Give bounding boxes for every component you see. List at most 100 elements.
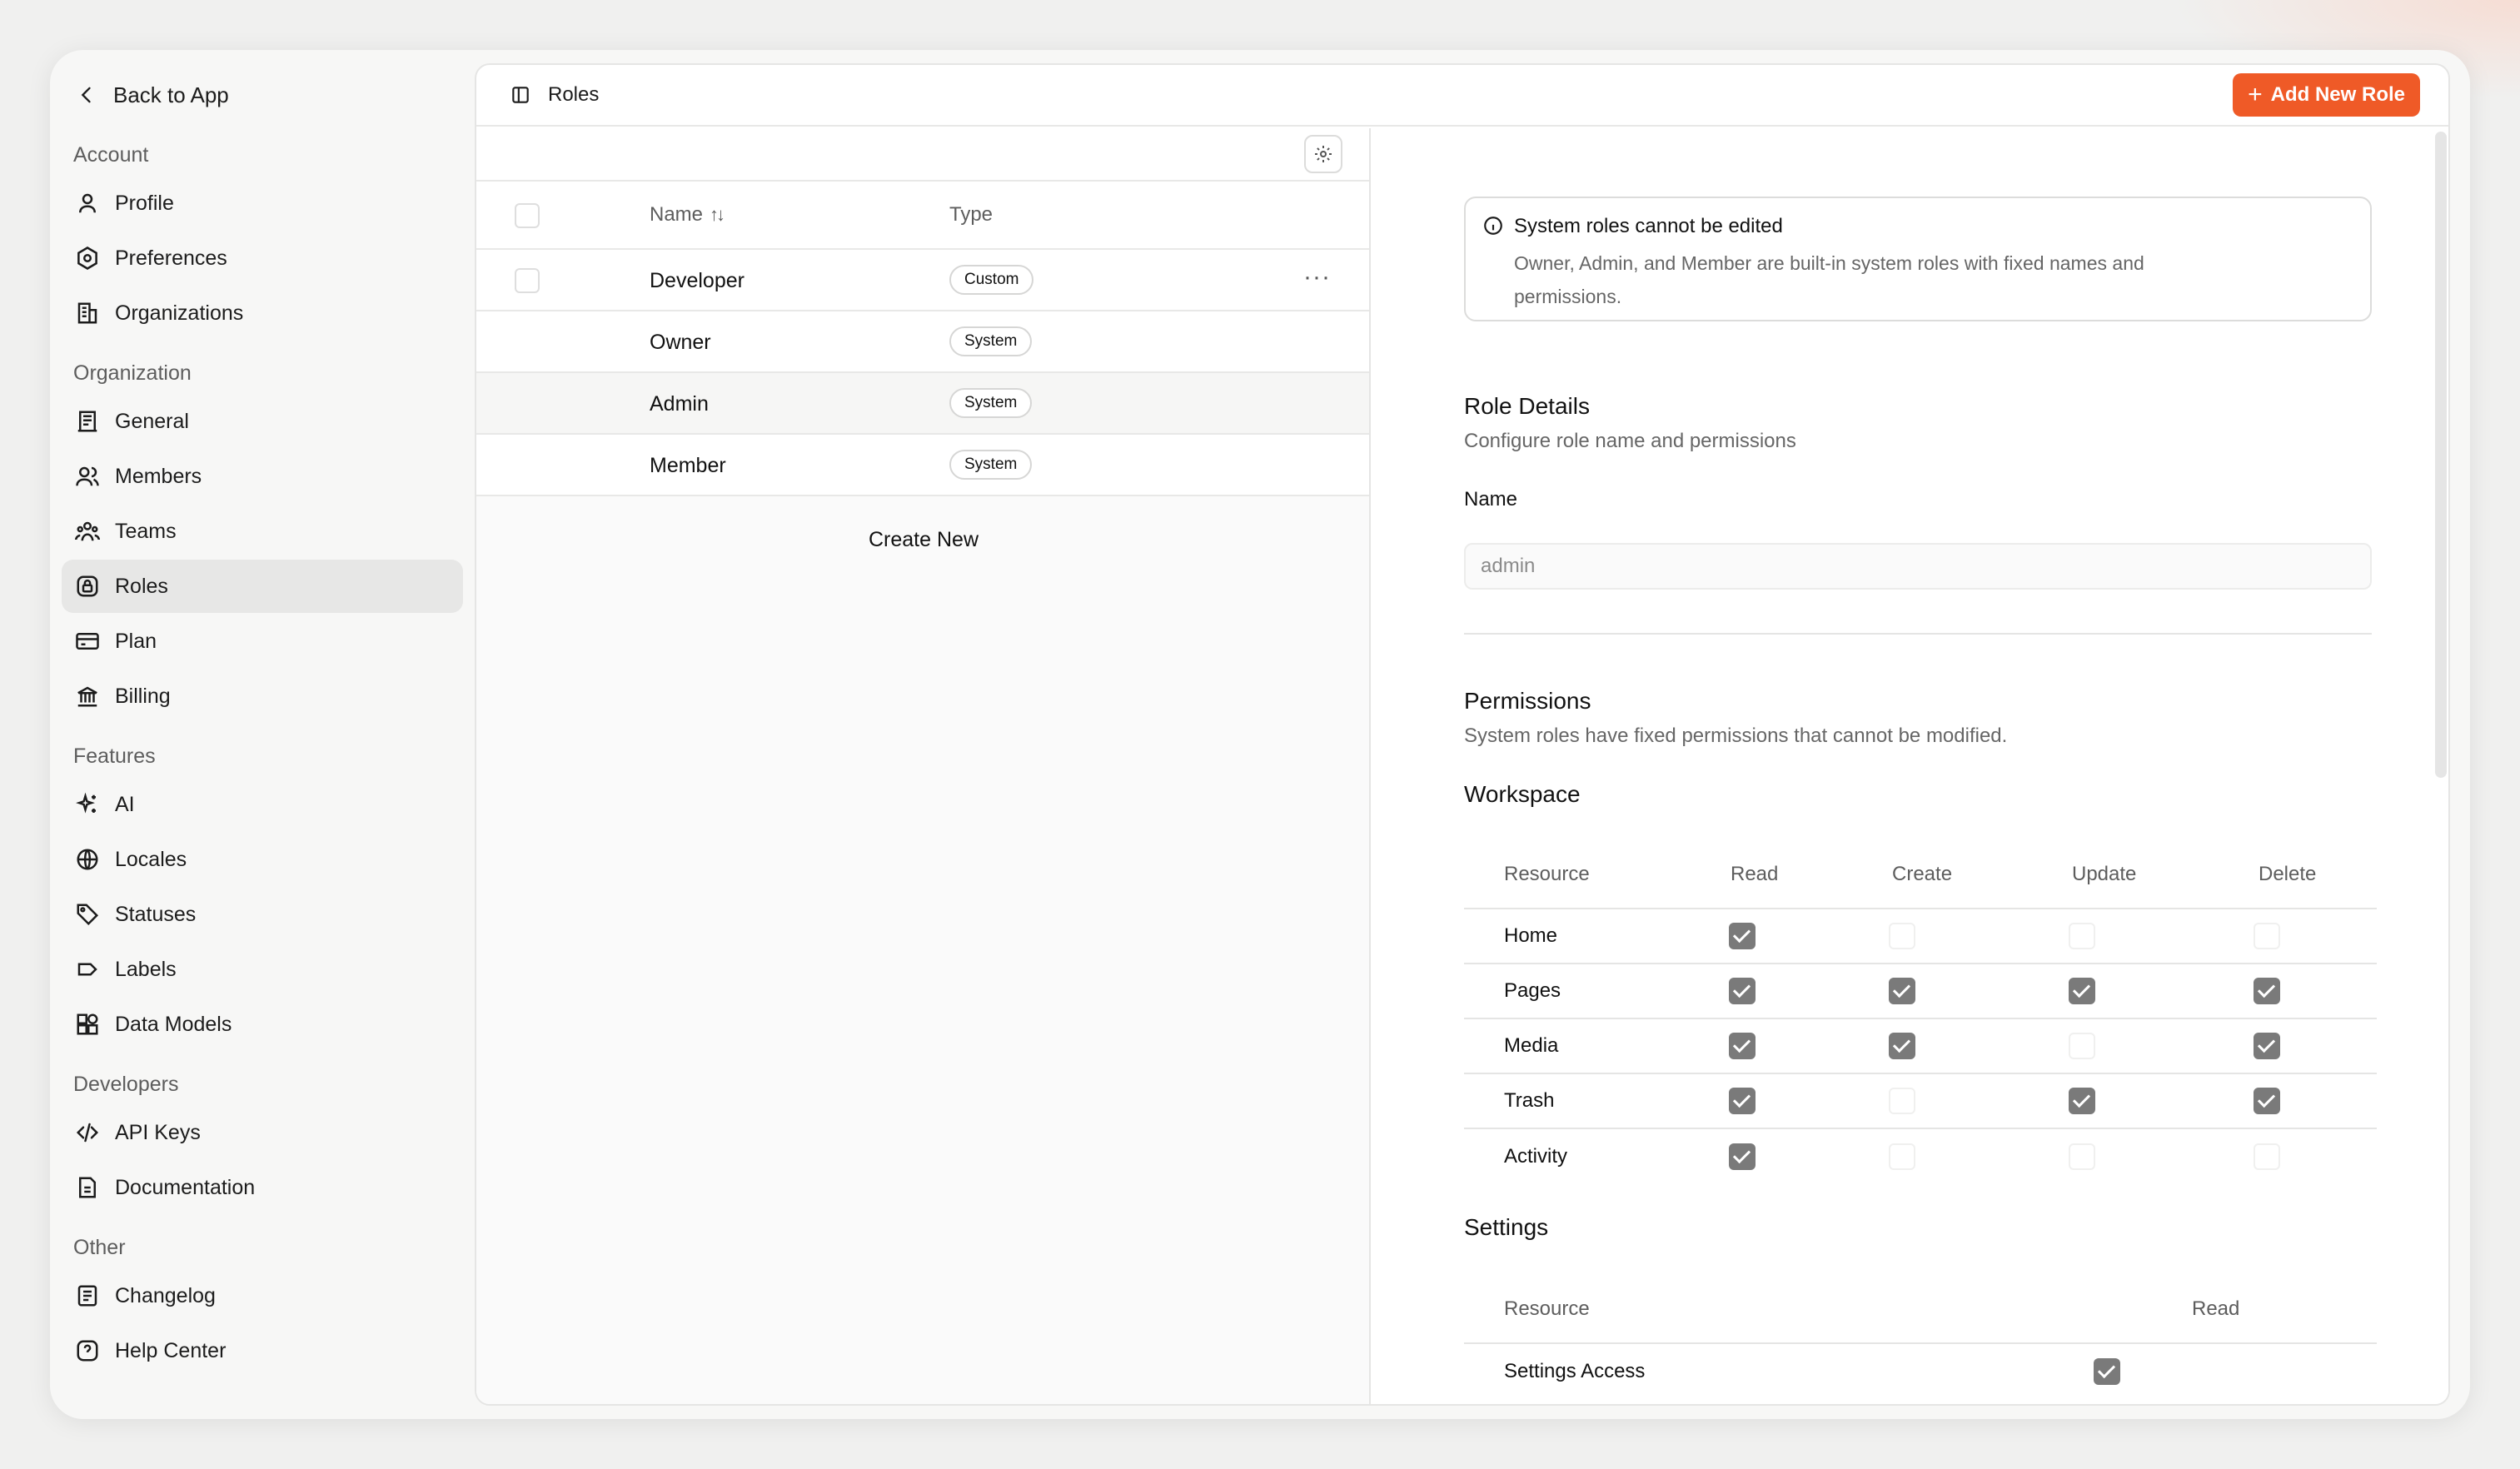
globe-icon	[77, 849, 98, 870]
permission-row: Media	[1464, 1019, 2377, 1074]
sidebar-item-billing[interactable]: Billing	[62, 670, 463, 723]
permission-checkbox-create[interactable]	[1889, 1033, 1915, 1059]
group-label-features: Features	[73, 744, 156, 768]
sidebar-item-label: Preferences	[115, 246, 227, 270]
group-label-other: Other	[73, 1236, 126, 1259]
permission-checkbox-read[interactable]	[1729, 1143, 1756, 1170]
permission-checkbox-create[interactable]	[1889, 978, 1915, 1004]
role-name: Member	[650, 454, 726, 477]
column-header-update: Update	[2072, 863, 2137, 885]
back-to-app-link[interactable]: Back to App	[50, 68, 475, 122]
permission-row: Home	[1464, 909, 2377, 964]
role-name-input[interactable]	[1464, 543, 2372, 590]
permission-checkbox-delete[interactable]	[2254, 1088, 2280, 1114]
role-name: Developer	[650, 269, 745, 292]
sidebar-item-plan[interactable]: Plan	[62, 615, 463, 668]
permission-checkbox-update[interactable]	[2069, 1033, 2095, 1059]
sidebar-item-roles[interactable]: Roles	[62, 560, 463, 613]
sidebar-toggle-icon[interactable]	[510, 84, 531, 106]
resource-name: Pages	[1504, 979, 1561, 1002]
column-header-name[interactable]: Name ↑↓	[650, 203, 725, 227]
sidebar-item-general[interactable]: General	[62, 395, 463, 448]
create-new-button[interactable]: Create New	[476, 528, 1371, 552]
info-icon	[1484, 217, 1502, 235]
top-bar: Roles + Add New Role	[476, 65, 2448, 127]
permission-checkbox-update[interactable]	[2069, 1143, 2095, 1170]
sidebar-item-help-center[interactable]: Help Center	[62, 1324, 463, 1377]
permission-checkbox-read[interactable]	[1729, 978, 1756, 1004]
column-header-delete: Delete	[2259, 863, 2317, 885]
workspace-title: Workspace	[1464, 781, 1581, 807]
notice-title: System roles cannot be edited	[1514, 215, 1783, 237]
page-title: Roles	[548, 83, 600, 106]
settings-table-header: Resource Read	[1464, 1276, 2377, 1344]
sidebar-item-label: AI	[115, 792, 135, 816]
sidebar-item-data-models[interactable]: Data Models	[62, 998, 463, 1051]
permission-checkbox-update[interactable]	[2069, 923, 2095, 949]
teams-icon	[75, 521, 100, 541]
sidebar-item-organizations[interactable]: Organizations	[62, 286, 463, 340]
table-row[interactable]: Member System	[476, 435, 1369, 496]
sidebar-item-label: Documentation	[115, 1175, 256, 1199]
sidebar-item-members[interactable]: Members	[62, 450, 463, 503]
sidebar-item-preferences[interactable]: Preferences	[62, 232, 463, 285]
table-row[interactable]: Admin System	[476, 373, 1369, 435]
scrollbar[interactable]	[2435, 132, 2447, 778]
permission-checkbox-update[interactable]	[2069, 1088, 2095, 1114]
role-type-badge: System	[949, 388, 1033, 418]
sidebar-item-api-keys[interactable]: API Keys	[62, 1106, 463, 1159]
permission-checkbox-create[interactable]	[1889, 1088, 1915, 1114]
back-to-app-label: Back to App	[113, 82, 229, 107]
sidebar-item-teams[interactable]: Teams	[62, 505, 463, 558]
sidebar-item-locales[interactable]: Locales	[62, 833, 463, 886]
lock-icon	[77, 575, 98, 597]
sidebar-item-label: Statuses	[115, 902, 197, 926]
table-settings-button[interactable]	[1304, 135, 1342, 173]
name-field-label: Name	[1464, 488, 1518, 510]
permission-checkbox-update[interactable]	[2069, 978, 2095, 1004]
permission-checkbox-read[interactable]	[1729, 1088, 1756, 1114]
tag-icon	[77, 904, 99, 926]
permission-checkbox-create[interactable]	[1889, 1143, 1915, 1170]
sidebar-item-statuses[interactable]: Statuses	[62, 888, 463, 941]
system-role-notice: System roles cannot be edited Owner, Adm…	[1464, 197, 2372, 321]
divider	[1464, 633, 2372, 635]
sidebar-item-label: Profile	[115, 191, 174, 215]
permission-checkbox-create[interactable]	[1889, 923, 1915, 949]
table-row[interactable]: Developer Custom ···	[476, 250, 1369, 311]
permission-checkbox-delete[interactable]	[2254, 1033, 2280, 1059]
permission-checkbox-read[interactable]	[2094, 1358, 2120, 1385]
sidebar-item-labels[interactable]: Labels	[62, 943, 463, 996]
table-row[interactable]: Owner System	[476, 311, 1369, 373]
plus-icon: +	[2248, 81, 2263, 108]
role-type-badge: System	[949, 450, 1033, 480]
more-actions-icon[interactable]: ···	[1303, 263, 1331, 291]
bank-icon	[77, 686, 97, 707]
permission-row: Activity	[1464, 1129, 2377, 1184]
roles-table-header: Name ↑↓ Type	[476, 182, 1369, 250]
sidebar-item-label: API Keys	[115, 1120, 201, 1144]
column-header-create: Create	[1892, 863, 1953, 885]
sort-icon[interactable]: ↑↓	[710, 204, 725, 225]
gear-icon	[1315, 146, 1332, 162]
permission-checkbox-delete[interactable]	[2254, 1143, 2280, 1170]
role-type-badge: System	[949, 326, 1033, 356]
row-checkbox[interactable]	[515, 268, 540, 293]
permission-checkbox-delete[interactable]	[2254, 923, 2280, 949]
sparkles-icon	[76, 792, 96, 814]
permission-checkbox-delete[interactable]	[2254, 978, 2280, 1004]
select-all-checkbox[interactable]	[515, 203, 540, 228]
sidebar-item-documentation[interactable]: Documentation	[62, 1161, 463, 1214]
user-icon	[79, 193, 96, 213]
add-new-role-button[interactable]: + Add New Role	[2233, 73, 2420, 117]
sidebar-item-changelog[interactable]: Changelog	[62, 1269, 463, 1322]
permission-checkbox-read[interactable]	[1729, 923, 1756, 949]
resource-name: Media	[1504, 1034, 1559, 1057]
permissions-subtitle: System roles have fixed permissions that…	[1464, 725, 2008, 747]
sidebar-item-label: Help Center	[115, 1338, 227, 1362]
sidebar-item-label: Teams	[115, 519, 177, 543]
sidebar: Back to App Account Profile Preferences …	[50, 50, 475, 1419]
permission-checkbox-read[interactable]	[1729, 1033, 1756, 1059]
sidebar-item-ai[interactable]: AI	[62, 778, 463, 831]
sidebar-item-profile[interactable]: Profile	[62, 177, 463, 230]
